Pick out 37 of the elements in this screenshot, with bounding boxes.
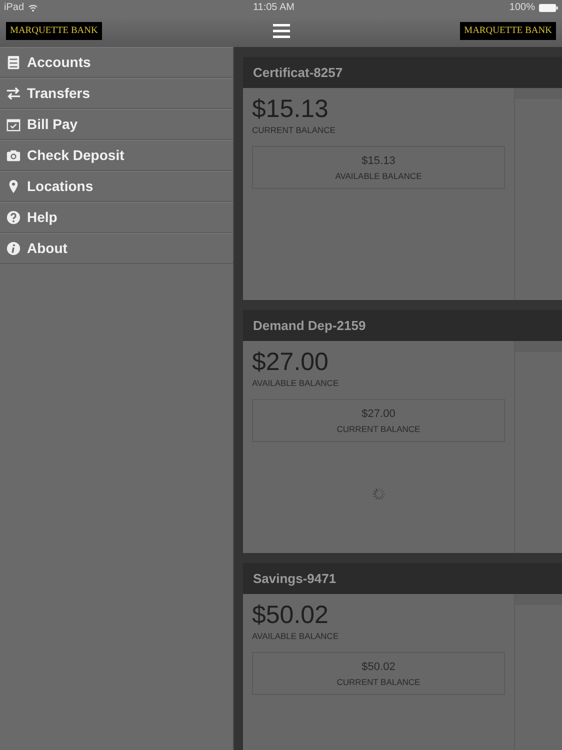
account-title: Demand Dep-2159 [243,310,562,341]
wifi-icon [28,4,38,12]
account-title: Savings-9471 [243,563,562,594]
bank-logo: MARQUETTE BANK [460,22,556,40]
sidebar-item[interactable]: Transfers [0,78,233,109]
sidebar-item[interactable]: Locations [0,171,233,202]
clock-time: 11:05 AM [252,1,294,15]
battery-percent: 100% [509,1,535,15]
sidebar-item[interactable]: Help [0,202,233,233]
balance-amount: $50.02 [362,660,396,676]
info-icon [6,241,21,256]
camera-icon [6,148,21,163]
balance-label: AVAILABLE BALANCE [252,630,340,642]
sidebar-item[interactable]: Accounts [0,47,233,78]
device-name: iPad [4,1,24,15]
help-icon [6,210,21,225]
bank-logo: MARQUETTE BANK [6,22,102,40]
balance-amount: $15.13 [362,154,396,170]
sidebar-item[interactable]: About [0,233,233,264]
balance-amount: $50.02 [252,602,330,630]
balance-amount: $27.00 [362,407,396,422]
balance-amount: $27.00 [252,349,330,376]
cabinet-icon [6,55,21,70]
balance-label: CURRENT BALANCE [336,676,420,688]
balance-amount: $15.13 [252,96,330,124]
balance-label: CURRENT BALANCE [252,124,336,136]
account-title: Certificat-8257 [243,57,562,88]
sidebar-item[interactable]: Bill Pay [0,109,233,140]
battery-icon [538,4,558,12]
menu-icon[interactable] [272,24,290,38]
calendar-icon [6,117,21,132]
sidebar-item[interactable]: Check Deposit [0,140,233,171]
swap-arrows-icon [6,86,21,101]
balance-label: AVAILABLE BALANCE [335,170,422,182]
balance-label: CURRENT BALANCE [336,422,420,436]
balance-label: AVAILABLE BALANCE [252,376,340,390]
loading-spinner-icon [372,486,386,501]
